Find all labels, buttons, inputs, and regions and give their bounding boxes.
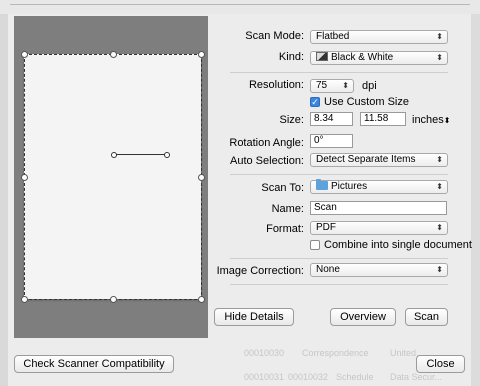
popup-arrows-icon: ⬍ (436, 265, 443, 274)
scan-preview-area[interactable] (14, 16, 208, 338)
auto-selection-popup[interactable]: Detect Separate Items ⬍ (310, 153, 448, 167)
rotation-angle-label: Rotation Angle: (229, 137, 304, 149)
scan-mode-popup[interactable]: Flatbed ⬍ (310, 30, 448, 44)
selection-marquee[interactable] (24, 54, 202, 300)
bw-image-icon (316, 52, 328, 61)
scan-settings-panel: Scan Mode: Flatbed ⬍ Kind: Black & White ⬍… (208, 16, 472, 338)
name-field[interactable]: Scan (310, 201, 447, 215)
format-label: Format: (266, 223, 304, 235)
rotation-handle-left[interactable] (111, 152, 117, 158)
rotation-handle-line (114, 154, 166, 155)
use-custom-size-label: Use Custom Size (324, 96, 409, 108)
auto-selection-label: Auto Selection: (230, 155, 304, 167)
list-cell: Data Secur... (390, 372, 443, 382)
separator (230, 72, 448, 73)
scan-to-popup[interactable]: Pictures ⬍ (310, 179, 448, 194)
marquee-handle-bottom-left[interactable] (21, 296, 28, 303)
window-edge-left (0, 0, 8, 386)
name-label: Name: (271, 203, 304, 215)
resolution-value: 75 (316, 80, 328, 91)
image-correction-value: None (316, 264, 340, 275)
kind-value: Black & White (331, 52, 394, 63)
popup-arrows-icon: ⬍ (436, 223, 443, 232)
close-button[interactable]: Close (416, 355, 465, 373)
resolution-popup[interactable]: 75 ⬍ (310, 79, 354, 93)
list-cell: Correspondence (302, 348, 369, 358)
size-label: Size: (279, 114, 304, 126)
window-top-strip (0, 0, 480, 14)
scan-mode-label: Scan Mode: (245, 30, 304, 42)
check-scanner-compatibility-button[interactable]: Check Scanner Compatibility (14, 355, 174, 373)
rotation-handle-right[interactable] (164, 152, 170, 158)
scan-mode-value: Flatbed (316, 31, 350, 42)
marquee-handle-bottom-right[interactable] (198, 296, 205, 303)
window-edge-right (471, 0, 480, 386)
combine-label: Combine into single document (324, 239, 472, 251)
popup-arrows-icon: ⬍ (436, 32, 443, 41)
marquee-handle-top-mid[interactable] (110, 51, 117, 58)
scan-to-label: Scan To: (261, 182, 304, 194)
marquee-handle-top-right[interactable] (198, 51, 205, 58)
list-item: 00010031 00010032 Schedule Data Secur... (240, 372, 472, 383)
resolution-unit: dpi (362, 80, 377, 92)
size-unit-value: inches (412, 114, 444, 126)
size-unit-popup[interactable]: inches⬍ (412, 114, 451, 126)
kind-popup[interactable]: Black & White ⬍ (310, 51, 448, 65)
list-cell: Schedule (336, 372, 374, 382)
resolution-label: Resolution: (248, 79, 304, 91)
use-custom-size-checkbox[interactable]: ✓ (310, 97, 320, 107)
format-value: PDF (316, 222, 336, 233)
list-cell: 00010031 (244, 372, 285, 382)
popup-arrows-icon: ⬍ (436, 53, 443, 62)
marquee-handle-mid-left[interactable] (21, 174, 28, 181)
kind-label: Kind: (278, 51, 304, 63)
scan-button[interactable]: Scan (405, 308, 448, 326)
list-cell: 00010032 (288, 372, 329, 382)
separator (230, 258, 448, 259)
separator (230, 174, 448, 175)
auto-selection-value: Detect Separate Items (316, 154, 416, 165)
popup-arrows-icon: ⬍ (443, 116, 451, 125)
marquee-handle-bottom-mid[interactable] (110, 296, 117, 303)
popup-arrows-icon: ⬍ (436, 182, 443, 191)
list-cell: 00010030 (244, 348, 285, 358)
popup-arrows-icon: ⬍ (436, 155, 443, 164)
size-width-field[interactable]: 8.34 (310, 112, 353, 126)
overview-button[interactable]: Overview (330, 308, 396, 326)
rotation-angle-field[interactable]: 0° (310, 134, 353, 148)
scan-to-value: Pictures (331, 181, 368, 192)
separator (230, 284, 448, 285)
marquee-handle-mid-right[interactable] (198, 174, 205, 181)
image-correction-label: Image Correction: (216, 265, 304, 277)
hide-details-button[interactable]: Hide Details (214, 308, 294, 326)
format-popup[interactable]: PDF ⬍ (310, 221, 448, 235)
combine-checkbox[interactable] (310, 240, 320, 250)
size-height-field[interactable]: 11.58 (360, 112, 406, 126)
folder-icon (316, 179, 328, 190)
marquee-handle-top-left[interactable] (21, 51, 28, 58)
image-correction-popup[interactable]: None ⬍ (310, 263, 448, 277)
popup-arrows-icon: ⬍ (342, 81, 349, 90)
